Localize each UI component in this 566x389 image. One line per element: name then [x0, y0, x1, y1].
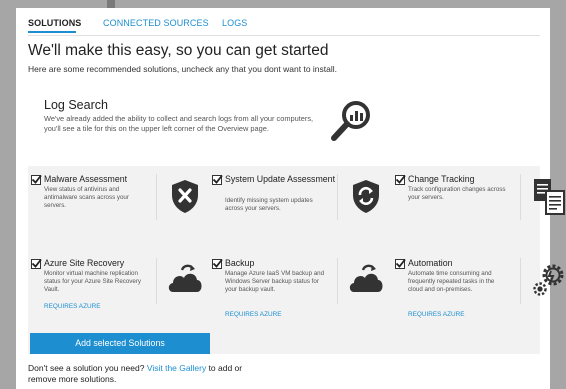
page-subtitle: Here are some recommended solutions, unc…: [28, 64, 338, 74]
solution-system-update-assessment: System Update Assessment Identify missin…: [212, 174, 379, 254]
change-tracking-checkbox[interactable]: [395, 174, 406, 185]
document-compare-icon: [529, 176, 566, 216]
card-divider: [156, 174, 157, 220]
solutions-grid: Malware Assessment View status of antivi…: [28, 166, 565, 354]
system-update-assessment-checkbox[interactable]: [212, 174, 223, 185]
backup-checkbox[interactable]: [212, 258, 223, 269]
requires-azure-link[interactable]: REQUIRES AZURE: [408, 311, 464, 318]
solution-backup: Backup Manage Azure IaaS VM backup and W…: [212, 258, 383, 338]
malware-assessment-checkbox[interactable]: [31, 174, 42, 185]
azure-site-recovery-checkbox[interactable]: [31, 258, 42, 269]
solutions-panel: SOLUTIONS CONNECTED SOURCES LOGS We'll m…: [16, 8, 565, 389]
solution-description: View status of antivirus and antimalware…: [44, 186, 129, 209]
solution-title: Backup: [225, 258, 255, 268]
solution-title: Azure Site Recovery: [44, 258, 125, 268]
solution-description: Manage Azure IaaS VM backup and Windows …: [225, 270, 325, 293]
tab-divider: [28, 35, 540, 36]
shield-refresh-icon: [346, 176, 386, 216]
log-search-title: Log Search: [44, 98, 108, 112]
card-divider: [337, 174, 338, 220]
log-search-description: We've already added the ability to colle…: [44, 114, 314, 133]
solution-description: Automate time consuming and frequently r…: [408, 270, 495, 293]
requires-azure-link[interactable]: REQUIRES AZURE: [44, 303, 100, 310]
solution-azure-site-recovery: Azure Site Recovery Monitor virtual mach…: [31, 258, 202, 338]
footer-prefix: Don't see a solution you need?: [28, 363, 147, 373]
tab-connected-sources[interactable]: CONNECTED SOURCES: [103, 18, 209, 28]
tab-logs[interactable]: LOGS: [222, 18, 247, 28]
solution-description: Monitor virtual machine replication stat…: [44, 270, 141, 293]
cloud-backup-icon: [346, 260, 386, 300]
add-selected-solutions-button[interactable]: Add selected Solutions: [30, 333, 210, 354]
solution-automation: Automation Automate time consuming and f…: [395, 258, 564, 338]
solution-title: Automation: [408, 258, 453, 268]
card-divider: [156, 258, 157, 304]
card-divider: [520, 258, 521, 304]
card-divider: [520, 174, 521, 220]
card-divider: [337, 258, 338, 304]
gears-icon: [529, 260, 566, 300]
shield-x-icon: [165, 176, 205, 216]
solution-description: Identify missing system updates across y…: [225, 197, 313, 212]
solution-description: Track configuration changes across your …: [408, 186, 506, 201]
solution-title: System Update Assessment: [225, 174, 336, 184]
solution-title: Change Tracking: [408, 174, 475, 184]
magnifier-chart-icon: [328, 98, 374, 144]
solution-change-tracking: Change Tracking Track configuration chan…: [395, 174, 565, 254]
active-tab-indicator: [28, 31, 76, 33]
visit-gallery-link[interactable]: Visit the Gallery: [147, 363, 206, 373]
automation-checkbox[interactable]: [395, 258, 406, 269]
solution-title: Malware Assessment: [44, 174, 128, 184]
page-title: We'll make this easy, so you can get sta…: [28, 42, 329, 59]
cloud-recovery-icon: [165, 260, 205, 300]
solution-malware-assessment: Malware Assessment View status of antivi…: [31, 174, 198, 254]
requires-azure-link[interactable]: REQUIRES AZURE: [225, 311, 281, 318]
gallery-footer: Don't see a solution you need? Visit the…: [28, 363, 268, 385]
tab-solutions[interactable]: SOLUTIONS: [28, 18, 81, 28]
